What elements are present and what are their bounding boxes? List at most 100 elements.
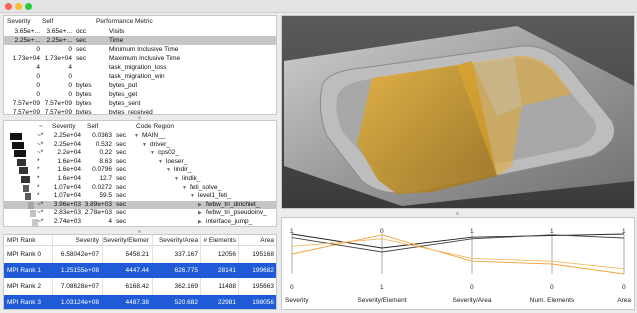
rank-row[interactable]: MPI Rank 0 6.58042e+07 5458.21 337.167 12056… — [4, 247, 276, 262]
severity-column-header[interactable]: Severity — [52, 122, 86, 131]
rank-row[interactable]: MPI Rank 1 1.25155e+08 4447.44 626.775 28141… — [4, 263, 276, 278]
expand-toggle-icon[interactable]: ▶ — [198, 201, 202, 210]
metric-row[interactable]: 0 0 bytes bytes_put — [4, 81, 276, 90]
severity-swatch — [16, 158, 26, 166]
rank-table-panel[interactable]: MPI Rank Severity Severity/Element Severity… — [3, 234, 277, 310]
unit-label: sec — [116, 209, 127, 217]
self-column-header[interactable]: Self — [87, 122, 117, 131]
mesh-3d-render[interactable] — [282, 16, 635, 209]
splitter-handle[interactable] — [138, 230, 141, 233]
call-tree-row[interactable]: ~* 3.96e+03 3.89e+03 sec ▶ fwbw_tri_dirichlet… — [4, 200, 276, 210]
expand-toggle-icon[interactable]: ▼ — [174, 175, 179, 184]
unit-label: sec — [76, 46, 87, 53]
unit-label: sec — [76, 37, 87, 44]
element-count-value-header[interactable]: # Elements — [201, 235, 236, 246]
severity-value: 0 — [36, 82, 40, 89]
self-value: 59.5 — [99, 192, 112, 200]
unit-label: sec — [116, 149, 127, 157]
unit-label: occ — [76, 28, 87, 35]
self-value: 0.0272 — [92, 183, 112, 191]
splitter-handle[interactable] — [456, 212, 459, 215]
severity-swatch — [21, 176, 30, 183]
call-tree-row[interactable]: ~* 2.2e+04 0.22 sec ▼ cps02_ — [4, 149, 276, 158]
expand-toggle-icon[interactable]: ▼ — [150, 149, 155, 158]
severity-per-element-value-header[interactable]: Severity/Element — [103, 235, 149, 246]
expand-toggle-icon[interactable]: ▼ — [142, 141, 147, 150]
rank-label-header[interactable]: MPI Rank — [7, 235, 51, 246]
severity-value: 0 — [36, 46, 40, 53]
parallel-coordinates-plot[interactable]: 1 0 Severity 0 1 Severity/Element 1 0 Severity/A… — [281, 217, 635, 310]
self-value: 1.73e+04 — [44, 55, 72, 62]
call-tree-row[interactable]: ~* 2.74e+03 4 sec ▶ interface_jump_ — [4, 218, 276, 226]
expand-toggle-icon[interactable]: ▼ — [134, 132, 139, 141]
severity-value: 1.6e+04 — [57, 175, 81, 182]
severity-swatch — [27, 201, 34, 209]
splitter-handle[interactable] — [138, 116, 141, 119]
expand-toggle-icon[interactable]: ▼ — [190, 192, 195, 201]
expand-toggle-icon[interactable]: ▼ — [158, 158, 163, 167]
region-column-header[interactable]: Code Region — [136, 122, 236, 131]
metric-row[interactable]: 0 0 task_migration_win — [4, 72, 276, 81]
axis-bottom-tick: 0 — [550, 284, 554, 291]
call-tree-row[interactable]: * 1.6e+04 0.0796 sec ▼ lindir_ — [4, 166, 276, 175]
call-tree-row[interactable]: * 1.6e+04 8.63 sec ▼ loeser_ — [4, 158, 276, 167]
metric-row[interactable]: 0 0 sec Minimum Inclusive Time — [4, 45, 276, 54]
zoom-window-button[interactable] — [25, 3, 32, 10]
metric-row[interactable]: 7.57e+09 7.57e+09 bytes bytes_received — [4, 108, 276, 115]
metric-name: Maximum Inclusive Time — [109, 55, 181, 62]
call-tree-row[interactable]: * 1.07e+04 0.0272 sec ▼ feti_solve_ — [4, 184, 276, 193]
self-value: 12.7 — [99, 175, 112, 182]
metric-row[interactable]: 2.25e+... 2.25e+... sec Time — [4, 36, 276, 45]
metric-row[interactable]: 0 0 bytes bytes_get — [4, 90, 276, 99]
severity-value: 1.6e+04 — [57, 166, 81, 174]
close-window-button[interactable] — [5, 3, 12, 10]
severity-value-header[interactable]: Severity — [53, 235, 99, 246]
unit-label: sec — [116, 140, 127, 148]
self-value: 0 — [68, 82, 72, 89]
metric-row[interactable]: 7.57e+09 7.57e+09 bytes bytes_sent — [4, 99, 276, 108]
metric-row[interactable]: 3.65e+... 3.65e+... occ Visits — [4, 27, 276, 36]
expand-toggle-icon[interactable]: ▼ — [182, 184, 187, 193]
call-tree-panel[interactable]: ~ Severity Self Code Region ~* 2.25e+04 0.… — [3, 120, 277, 227]
minimize-window-button[interactable] — [15, 3, 22, 10]
severity-value: 2.25e+04 — [53, 140, 81, 148]
rank-label: MPI Rank 1 — [7, 267, 41, 274]
rank-row[interactable]: MPI Rank 3 1.03124e+08 4487.38 520.682 22981… — [4, 295, 276, 309]
metric-column-header[interactable]: Performance Metric — [96, 17, 266, 26]
severity-value: 2.83e+03 — [53, 209, 81, 217]
severity-value: 7.57e+09 — [12, 109, 40, 115]
rank-row[interactable]: MPI Rank 2 7.08628e+07 6168.42 362.169 11488… — [4, 279, 276, 294]
severity-swatch — [14, 150, 27, 158]
mark-column-header[interactable]: ~ — [39, 122, 47, 131]
mesh-visualization-view[interactable] — [281, 15, 635, 209]
unit-label: sec — [116, 175, 127, 182]
self-value: 7.57e+09 — [44, 109, 72, 115]
expand-toggle-icon[interactable]: ▼ — [166, 166, 171, 175]
area-value: 199682 — [252, 267, 274, 274]
element-count-value: 28141 — [217, 267, 236, 274]
region-name: loeser_ — [166, 157, 188, 165]
severity-value: 1.07e+04 — [53, 183, 81, 191]
self-column-header[interactable]: Self — [42, 17, 76, 26]
axis-bottom-tick: 0 — [290, 284, 294, 291]
self-value: 7.57e+09 — [44, 100, 72, 107]
call-tree-row[interactable]: ~* 2.83e+03 2.78e+03 sec ▶ fwbw_tri_pseudoinv… — [4, 209, 276, 218]
element-count-value: 11488 — [218, 283, 236, 290]
metric-name: Minimum Inclusive Time — [109, 46, 179, 53]
metric-row[interactable]: 4 4 task_migration_loss — [4, 63, 276, 72]
call-tree-row[interactable]: * 1.07e+04 59.5 sec ▼ level1_feti_ — [4, 192, 276, 201]
call-tree-row[interactable]: ~* 2.25e+04 0.0363 sec ▼ MAIN__ — [4, 132, 276, 141]
element-count-value: 22981 — [217, 299, 236, 306]
call-tree-row[interactable]: * 1.6e+04 12.7 sec ▼ lindik_ — [4, 175, 276, 184]
severity-value: 4 — [36, 64, 40, 71]
metric-row[interactable]: 1.73e+04 1.73e+04 sec Maximum Inclusive Tim… — [4, 54, 276, 63]
call-tree-row[interactable]: ~* 2.25e+04 0.532 sec ▼ driver_ — [4, 141, 276, 150]
severity-per-area-value-header[interactable]: Severity/Area — [153, 235, 198, 246]
expand-toggle-icon[interactable]: ▶ — [198, 218, 202, 226]
severity-column-header[interactable]: Severity — [7, 17, 41, 26]
expand-toggle-icon[interactable]: ▶ — [198, 209, 202, 218]
unit-label: sec — [116, 218, 127, 225]
area-value-header[interactable]: Area — [239, 235, 274, 246]
metric-name: Visits — [109, 28, 125, 35]
metric-tree-panel[interactable]: Severity Self Performance Metric 3.65e+.… — [3, 15, 277, 115]
